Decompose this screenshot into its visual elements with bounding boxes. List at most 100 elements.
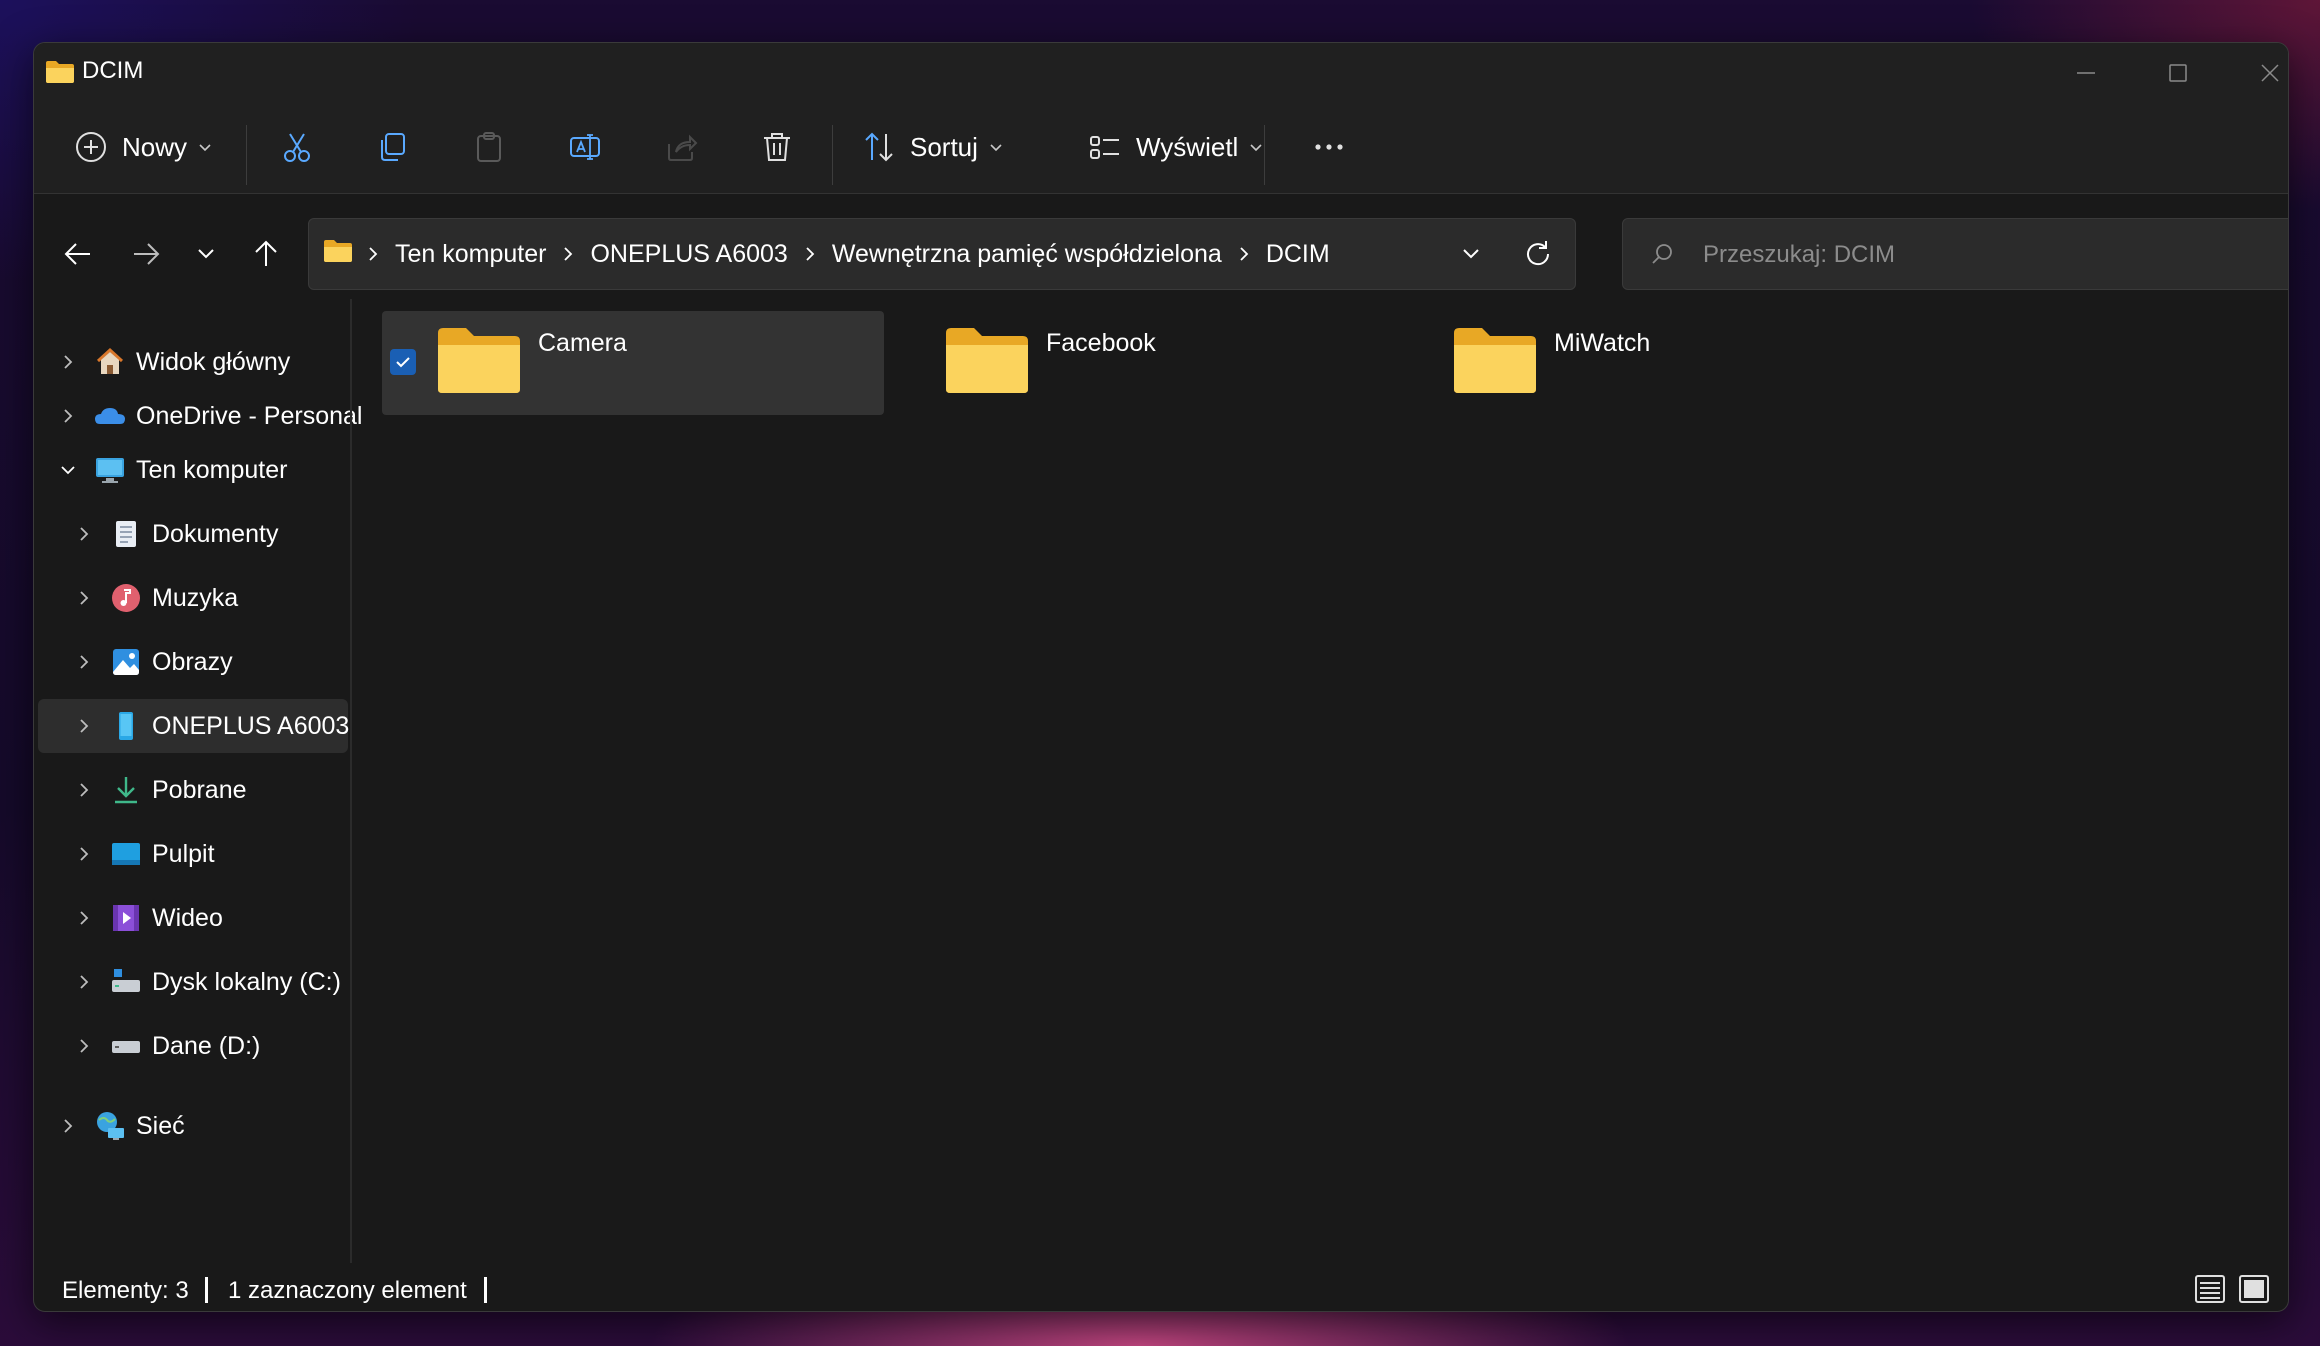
sidebar-item-onedrive[interactable]: OneDrive - Personal <box>38 389 362 443</box>
sidebar-item-oneplus[interactable]: ONEPLUS A6003 <box>38 699 349 753</box>
chevron-right-icon[interactable] <box>74 652 94 672</box>
sidebar-item-label: Obrazy <box>152 647 233 676</box>
sidebar-item-label: Sieć <box>136 1111 185 1140</box>
folder-icon <box>438 328 520 393</box>
chevron-right-icon[interactable] <box>74 1036 94 1056</box>
status-separator <box>484 1277 487 1303</box>
sidebar-item-drive-d[interactable]: Dane (D:) <box>38 1019 348 1073</box>
plus-circle-icon <box>76 132 106 162</box>
home-icon <box>96 347 124 374</box>
sidebar-item-label: Ten komputer <box>136 455 288 484</box>
chevron-right-icon[interactable] <box>560 246 576 262</box>
sort-button[interactable]: Sortuj <box>862 121 1004 173</box>
chevron-right-icon[interactable] <box>74 716 94 736</box>
chevron-right-icon[interactable] <box>74 780 94 800</box>
chevron-right-icon[interactable] <box>74 588 94 608</box>
selection-checkbox[interactable] <box>390 349 416 375</box>
breadcrumb-item[interactable]: DCIM <box>1266 240 1330 269</box>
more-icon <box>1315 144 1343 150</box>
sidebar-item-pictures[interactable]: Obrazy <box>38 635 348 689</box>
chevron-right-icon[interactable] <box>74 972 94 992</box>
cut-button[interactable] <box>280 121 314 173</box>
status-bar: Elementy: 3 1 zaznaczony element <box>34 1263 2288 1311</box>
paste-button[interactable] <box>472 121 506 173</box>
view-layout-icon <box>1090 136 1119 159</box>
folder-name: Facebook <box>1046 329 1156 357</box>
recent-locations-button[interactable] <box>184 232 228 276</box>
new-button[interactable]: Nowy <box>74 121 213 173</box>
breadcrumb: Ten komputer ONEPLUS A6003 Wewnętrzna pa… <box>365 219 1330 289</box>
window-title: DCIM <box>82 57 144 84</box>
minimize-icon <box>2077 72 2095 74</box>
chevron-right-icon[interactable] <box>74 524 94 544</box>
item-count: Elementy: 3 <box>62 1277 189 1304</box>
chevron-right-icon[interactable] <box>74 908 94 928</box>
rename-button[interactable] <box>568 121 602 173</box>
address-bar[interactable]: Ten komputer ONEPLUS A6003 Wewnętrzna pa… <box>308 218 1576 290</box>
maximize-icon <box>2169 64 2187 82</box>
breadcrumb-item[interactable]: ONEPLUS A6003 <box>590 240 787 269</box>
sidebar-item-videos[interactable]: Wideo <box>38 891 348 945</box>
sidebar-item-network[interactable]: Sieć <box>38 1099 348 1153</box>
selection-count: 1 zaznaczony element <box>228 1277 467 1304</box>
copy-button[interactable] <box>376 121 410 173</box>
address-history-dropdown-icon[interactable] <box>1455 238 1487 270</box>
folder-icon <box>46 61 74 83</box>
drive-d-icon <box>112 1041 140 1053</box>
toolbar-separator <box>246 125 247 185</box>
forward-button[interactable] <box>124 232 168 276</box>
search-icon <box>1652 244 1672 264</box>
chevron-right-icon[interactable] <box>58 352 78 372</box>
breadcrumb-item[interactable]: Ten komputer <box>395 240 546 269</box>
chevron-down-icon <box>199 144 211 152</box>
video-icon <box>113 905 139 931</box>
sidebar-item-documents[interactable]: Dokumenty <box>38 507 348 561</box>
sidebar-item-label: Muzyka <box>152 583 239 612</box>
sidebar-item-label: Pobrane <box>152 775 247 804</box>
close-button[interactable] <box>2240 53 2288 93</box>
close-icon <box>2261 64 2279 82</box>
large-icons-view-icon[interactable] <box>2238 1273 2270 1305</box>
pane-splitter[interactable] <box>350 299 352 1263</box>
trash-icon <box>764 133 790 161</box>
sidebar-item-downloads[interactable]: Pobrane <box>38 763 348 817</box>
more-options-button[interactable] <box>1312 121 1346 173</box>
sidebar-item-drive-c[interactable]: Dysk lokalny (C:) <box>38 955 348 1009</box>
sidebar-item-this-pc[interactable]: Ten komputer <box>38 443 348 497</box>
title-bar: DCIM <box>34 43 2288 99</box>
file-explorer-window: DCIM Nowy Sortuj Wyświetl Ten komputer O… <box>33 42 2289 1312</box>
chevron-right-icon[interactable] <box>58 406 78 426</box>
search-box[interactable]: Przeszukaj: DCIM <box>1622 218 2288 290</box>
sidebar-item-home[interactable]: Widok główny <box>38 335 348 389</box>
arrow-up-icon <box>255 240 277 266</box>
refresh-icon[interactable] <box>1521 237 1555 271</box>
folder-tile-miwatch[interactable]: MiWatch <box>1398 311 1900 415</box>
minimize-button[interactable] <box>2056 53 2116 93</box>
sidebar-item-music[interactable]: Muzyka <box>38 571 348 625</box>
view-button[interactable]: Wyświetl <box>1088 121 1264 173</box>
chevron-right-icon[interactable] <box>1236 246 1252 262</box>
folder-tile-camera[interactable]: Camera <box>382 311 884 415</box>
chevron-down-icon[interactable] <box>58 460 78 480</box>
share-button[interactable] <box>664 121 698 173</box>
status-separator <box>205 1277 208 1303</box>
breadcrumb-item[interactable]: Wewnętrzna pamięć współdzielona <box>832 240 1222 269</box>
folder-tile-facebook[interactable]: Facebook <box>890 311 1392 415</box>
chevron-right-icon[interactable] <box>802 246 818 262</box>
checkmark-icon <box>396 357 410 368</box>
maximize-button[interactable] <box>2148 53 2208 93</box>
rename-icon <box>570 134 600 160</box>
sidebar-item-desktop[interactable]: Pulpit <box>38 827 348 881</box>
folder-icon <box>1454 328 1536 393</box>
up-button[interactable] <box>244 232 288 276</box>
details-view-icon[interactable] <box>2194 1273 2226 1305</box>
arrow-right-icon <box>134 243 160 265</box>
back-button[interactable] <box>56 232 100 276</box>
delete-button[interactable] <box>760 121 794 173</box>
chevron-right-icon[interactable] <box>74 844 94 864</box>
sidebar-item-label: Dysk lokalny (C:) <box>152 967 341 996</box>
chevron-right-icon[interactable] <box>58 1116 78 1136</box>
chevron-down-icon <box>198 249 214 259</box>
documents-icon <box>116 521 136 547</box>
sidebar-item-label: Wideo <box>152 903 223 932</box>
